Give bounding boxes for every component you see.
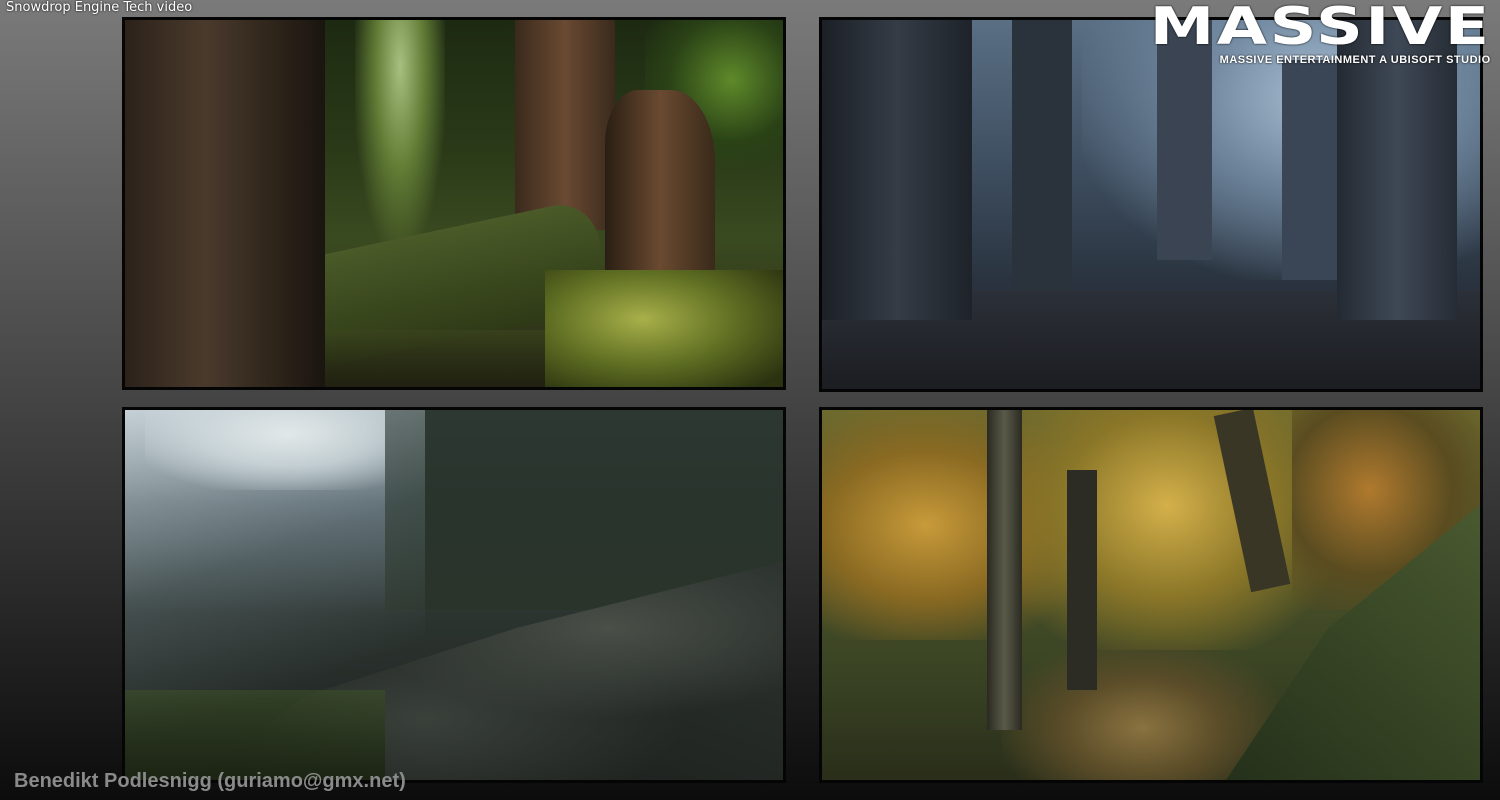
tree-trunk-large [125, 20, 325, 387]
screenshot-panel-rocky-hillside [122, 407, 786, 783]
ferns [545, 270, 783, 387]
tree-trunk [987, 410, 1022, 730]
screenshot-panel-green-forest [122, 17, 786, 390]
autumn-canopy [1002, 410, 1332, 650]
screenshot-panel-misty-forest [819, 17, 1483, 392]
logo-wordmark: MASSIVE [1149, 0, 1492, 57]
massive-logo: MASSIVE MASSIVE ENTERTAINMENT A UBISOFT … [1150, 1, 1492, 66]
tree-trunk [1067, 470, 1097, 690]
tree-trunk [1012, 20, 1072, 290]
tree-stump [605, 90, 715, 270]
video-caption: Snowdrop Engine Tech video [6, 0, 193, 15]
tree-trunk-large [822, 20, 972, 320]
screenshot-panel-autumn-forest [819, 407, 1483, 783]
author-credit: Benedikt Podlesnigg (guriamo@gmx.net) [14, 770, 406, 792]
tree-trunk [1282, 60, 1342, 280]
tree-trunk [515, 20, 615, 230]
light-shaft [355, 20, 445, 250]
